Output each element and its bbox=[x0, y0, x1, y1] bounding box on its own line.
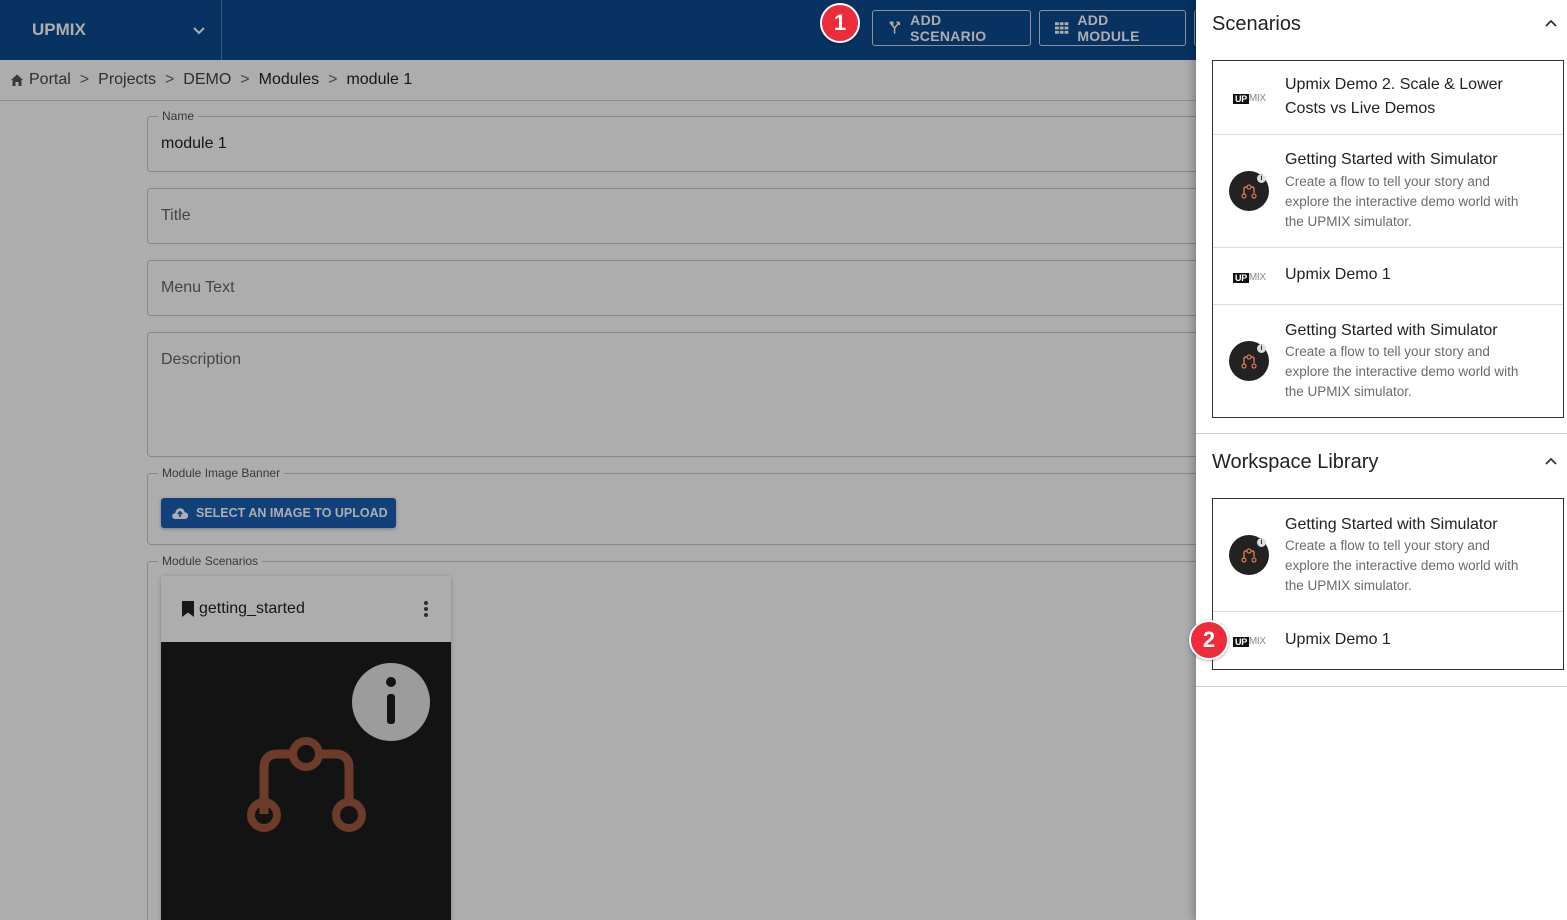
item-description: explore the interactive demo world with bbox=[1285, 558, 1519, 573]
item-description: Create a flow to tell your story and bbox=[1285, 538, 1490, 553]
item-description: explore the interactive demo world with bbox=[1285, 364, 1519, 379]
section-divider bbox=[1196, 686, 1567, 687]
item-title: Getting Started with Simulator bbox=[1285, 516, 1498, 533]
main-area: UPMIX ADD SCENARIO ADD MODULE Portal > P… bbox=[0, 0, 1196, 920]
step-badge-1: 1 bbox=[820, 3, 860, 43]
scenarios-section-title: Scenarios bbox=[1212, 13, 1301, 35]
list-item[interactable]: UP MIX Upmix Demo 1 bbox=[1213, 248, 1563, 305]
item-title: Upmix Demo 1 bbox=[1285, 266, 1391, 283]
item-title: Getting Started with Simulator bbox=[1285, 322, 1498, 339]
upmix-logo-icon: UP MIX bbox=[1233, 272, 1266, 283]
library-section-title: Workspace Library bbox=[1212, 451, 1379, 473]
list-item[interactable]: i Getting Started with Simulator Create … bbox=[1213, 499, 1563, 612]
simulator-icon: i bbox=[1229, 341, 1269, 381]
upmix-logo-icon: UP MIX bbox=[1233, 636, 1266, 647]
item-title: Upmix Demo 2. Scale & Lower bbox=[1285, 76, 1503, 93]
item-description: the UPMIX simulator. bbox=[1285, 384, 1412, 399]
simulator-icon: i bbox=[1229, 171, 1269, 211]
step-badge-2: 2 bbox=[1189, 620, 1229, 660]
scenarios-list: UP MIX Upmix Demo 2. Scale & Lower Costs … bbox=[1212, 60, 1564, 418]
upmix-logo-icon: UP MIX bbox=[1233, 93, 1266, 104]
item-description: the UPMIX simulator. bbox=[1285, 578, 1412, 593]
section-divider bbox=[1196, 433, 1567, 434]
modal-backdrop[interactable] bbox=[0, 0, 1196, 920]
item-description: Create a flow to tell your story and bbox=[1285, 174, 1490, 189]
item-description: Create a flow to tell your story and bbox=[1285, 344, 1490, 359]
item-title: Upmix Demo 1 bbox=[1285, 631, 1391, 648]
list-item[interactable]: i Getting Started with Simulator Create … bbox=[1213, 305, 1563, 417]
list-item[interactable]: UP MIX Upmix Demo 2. Scale & Lower Costs … bbox=[1213, 61, 1563, 135]
list-item[interactable]: i Getting Started with Simulator Create … bbox=[1213, 135, 1563, 248]
item-title: Getting Started with Simulator bbox=[1285, 151, 1498, 168]
library-list: i Getting Started with Simulator Create … bbox=[1212, 498, 1564, 670]
item-title: Costs vs Live Demos bbox=[1285, 100, 1436, 117]
simulator-icon: i bbox=[1229, 535, 1269, 575]
chevron-up-icon[interactable] bbox=[1543, 454, 1559, 470]
chevron-up-icon[interactable] bbox=[1543, 16, 1559, 32]
item-description: explore the interactive demo world with bbox=[1285, 194, 1519, 209]
item-description: the UPMIX simulator. bbox=[1285, 214, 1412, 229]
side-panel: Scenarios UP MIX Upmix Demo 2. Scale & Lo… bbox=[1196, 0, 1567, 920]
list-item[interactable]: UP MIX Upmix Demo 1 bbox=[1213, 612, 1563, 669]
